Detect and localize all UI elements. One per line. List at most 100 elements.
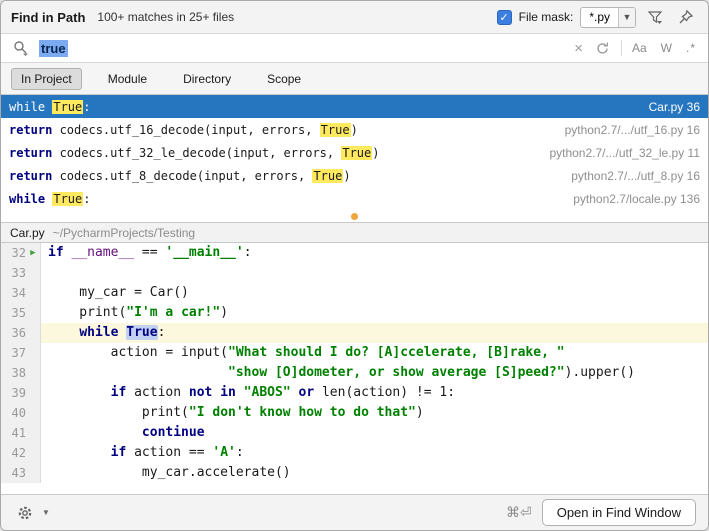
divider (621, 40, 622, 56)
result-code: return codecs.utf_16_decode(input, error… (9, 123, 553, 137)
file-mask-label: File mask: (519, 10, 574, 24)
find-in-path-dialog: Find in Path 100+ matches in 25+ files ✓… (0, 0, 709, 531)
results-list: while True: Car.py 36 return codecs.utf_16… (1, 95, 708, 210)
scope-tab-module[interactable]: Module (98, 68, 157, 90)
gutter: 41 (1, 423, 41, 443)
line-number: 37 (12, 343, 26, 363)
code-text: my_car.accelerate() (41, 463, 708, 483)
file-mask-combo[interactable]: *.py ▼ (580, 7, 636, 28)
filter-icon[interactable] (643, 6, 667, 28)
footer: ▼ ⌘⏎ Open in Find Window (1, 494, 708, 530)
line-number: 33 (12, 263, 26, 283)
search-query-text: true (39, 40, 68, 57)
dialog-title: Find in Path (11, 10, 85, 25)
shortcut-hint: ⌘⏎ (506, 504, 532, 521)
code-line: 40 print("I don't know how to do that") (1, 403, 708, 423)
gutter: 34 (1, 283, 41, 303)
search-input[interactable]: true (39, 41, 566, 56)
result-row[interactable]: while True:python2.7/locale.py 136 (1, 187, 708, 210)
file-mask-value: *.py (581, 8, 618, 27)
scope-tabs: In Project Module Directory Scope (1, 63, 708, 95)
line-number: 36 (12, 323, 26, 343)
line-number: 40 (12, 403, 26, 423)
code-text: continue (41, 423, 708, 443)
search-bar: true × Aa W .* (1, 33, 708, 63)
code-text: action = input("What should I do? [A]cce… (41, 343, 708, 363)
gutter: 40 (1, 403, 41, 423)
regex-toggle[interactable]: .* (682, 39, 700, 57)
gutter: 36 (1, 323, 41, 343)
result-code: while True: (9, 192, 561, 206)
code-preview[interactable]: 32▶if __name__ == '__main__':3334 my_car… (1, 243, 708, 494)
result-code: return codecs.utf_32_le_decode(input, er… (9, 146, 537, 160)
match-count: 100+ matches in 25+ files (97, 10, 234, 24)
result-row[interactable]: return codecs.utf_32_le_decode(input, er… (1, 141, 708, 164)
gutter: 42 (1, 443, 41, 463)
preview-file-name[interactable]: Car.py (10, 226, 45, 240)
gutter: 35 (1, 303, 41, 323)
result-row[interactable]: return codecs.utf_8_decode(input, errors… (1, 164, 708, 187)
code-line: 38 "show [O]dometer, or show average [S]… (1, 363, 708, 383)
gutter: 33 (1, 263, 41, 283)
code-text: if action not in "ABOS" or len(action) !… (41, 383, 708, 403)
more-results-indicator (351, 213, 358, 220)
header: Find in Path 100+ matches in 25+ files ✓… (1, 1, 708, 33)
code-line: 35 print("I'm a car!") (1, 303, 708, 323)
gear-icon[interactable] (13, 502, 37, 524)
preview-file-path: ~/PycharmProjects/Testing (53, 226, 195, 240)
result-location: python2.7/.../utf_8.py 16 (571, 169, 700, 183)
search-icon[interactable] (9, 37, 33, 59)
result-row[interactable]: return codecs.utf_16_decode(input, error… (1, 118, 708, 141)
preview-header: Car.py ~/PycharmProjects/Testing (1, 222, 708, 243)
code-text: if action == 'A': (41, 443, 708, 463)
result-row[interactable]: while True: Car.py 36 (1, 95, 708, 118)
code-line: 36 while True: (1, 323, 708, 343)
gutter: 39 (1, 383, 41, 403)
more-results-strip (1, 210, 708, 222)
code-text: if __name__ == '__main__': (41, 243, 708, 263)
code-line: 39 if action not in "ABOS" or len(action… (1, 383, 708, 403)
code-text: print("I don't know how to do that") (41, 403, 708, 423)
code-line: 42 if action == 'A': (1, 443, 708, 463)
code-line: 34 my_car = Car() (1, 283, 708, 303)
result-location: python2.7/.../utf_16.py 16 (565, 123, 700, 137)
line-number: 41 (12, 423, 26, 443)
chevron-down-icon[interactable]: ▼ (618, 8, 635, 27)
code-line: 43 my_car.accelerate() (1, 463, 708, 483)
code-text: while True: (41, 323, 708, 343)
scope-tab-directory[interactable]: Directory (173, 68, 241, 90)
gutter: 37 (1, 343, 41, 363)
chevron-down-icon[interactable]: ▼ (42, 508, 50, 517)
code-line: 32▶if __name__ == '__main__': (1, 243, 708, 263)
line-number: 39 (12, 383, 26, 403)
line-number: 42 (12, 443, 26, 463)
code-text: print("I'm a car!") (41, 303, 708, 323)
code-line: 33 (1, 263, 708, 283)
file-mask-checkbox[interactable]: ✓ (497, 10, 512, 25)
scope-tab-in-project[interactable]: In Project (11, 68, 82, 90)
search-history-icon[interactable] (591, 37, 615, 59)
result-code: while True: (9, 100, 637, 114)
gutter: 43 (1, 463, 41, 483)
pin-icon[interactable] (674, 6, 698, 28)
whole-words-toggle[interactable]: W (657, 39, 676, 57)
gutter: 38 (1, 363, 41, 383)
code-text (41, 263, 708, 283)
result-location: Car.py 36 (649, 100, 700, 114)
open-in-find-window-button[interactable]: Open in Find Window (542, 499, 696, 526)
line-number: 34 (12, 283, 26, 303)
code-text: my_car = Car() (41, 283, 708, 303)
line-number: 43 (12, 463, 26, 483)
gutter: 32▶ (1, 243, 41, 263)
run-icon[interactable]: ▶ (26, 243, 40, 263)
result-location: python2.7/.../utf_32_le.py 11 (549, 146, 700, 160)
clear-search-icon[interactable]: × (572, 40, 585, 57)
line-number: 32 (12, 243, 26, 263)
code-text: "show [O]dometer, or show average [S]pee… (41, 363, 708, 383)
code-line: 37 action = input("What should I do? [A]… (1, 343, 708, 363)
scope-tab-scope[interactable]: Scope (257, 68, 311, 90)
match-case-toggle[interactable]: Aa (628, 39, 651, 57)
result-code: return codecs.utf_8_decode(input, errors… (9, 169, 559, 183)
line-number: 38 (12, 363, 26, 383)
code-line: 41 continue (1, 423, 708, 443)
